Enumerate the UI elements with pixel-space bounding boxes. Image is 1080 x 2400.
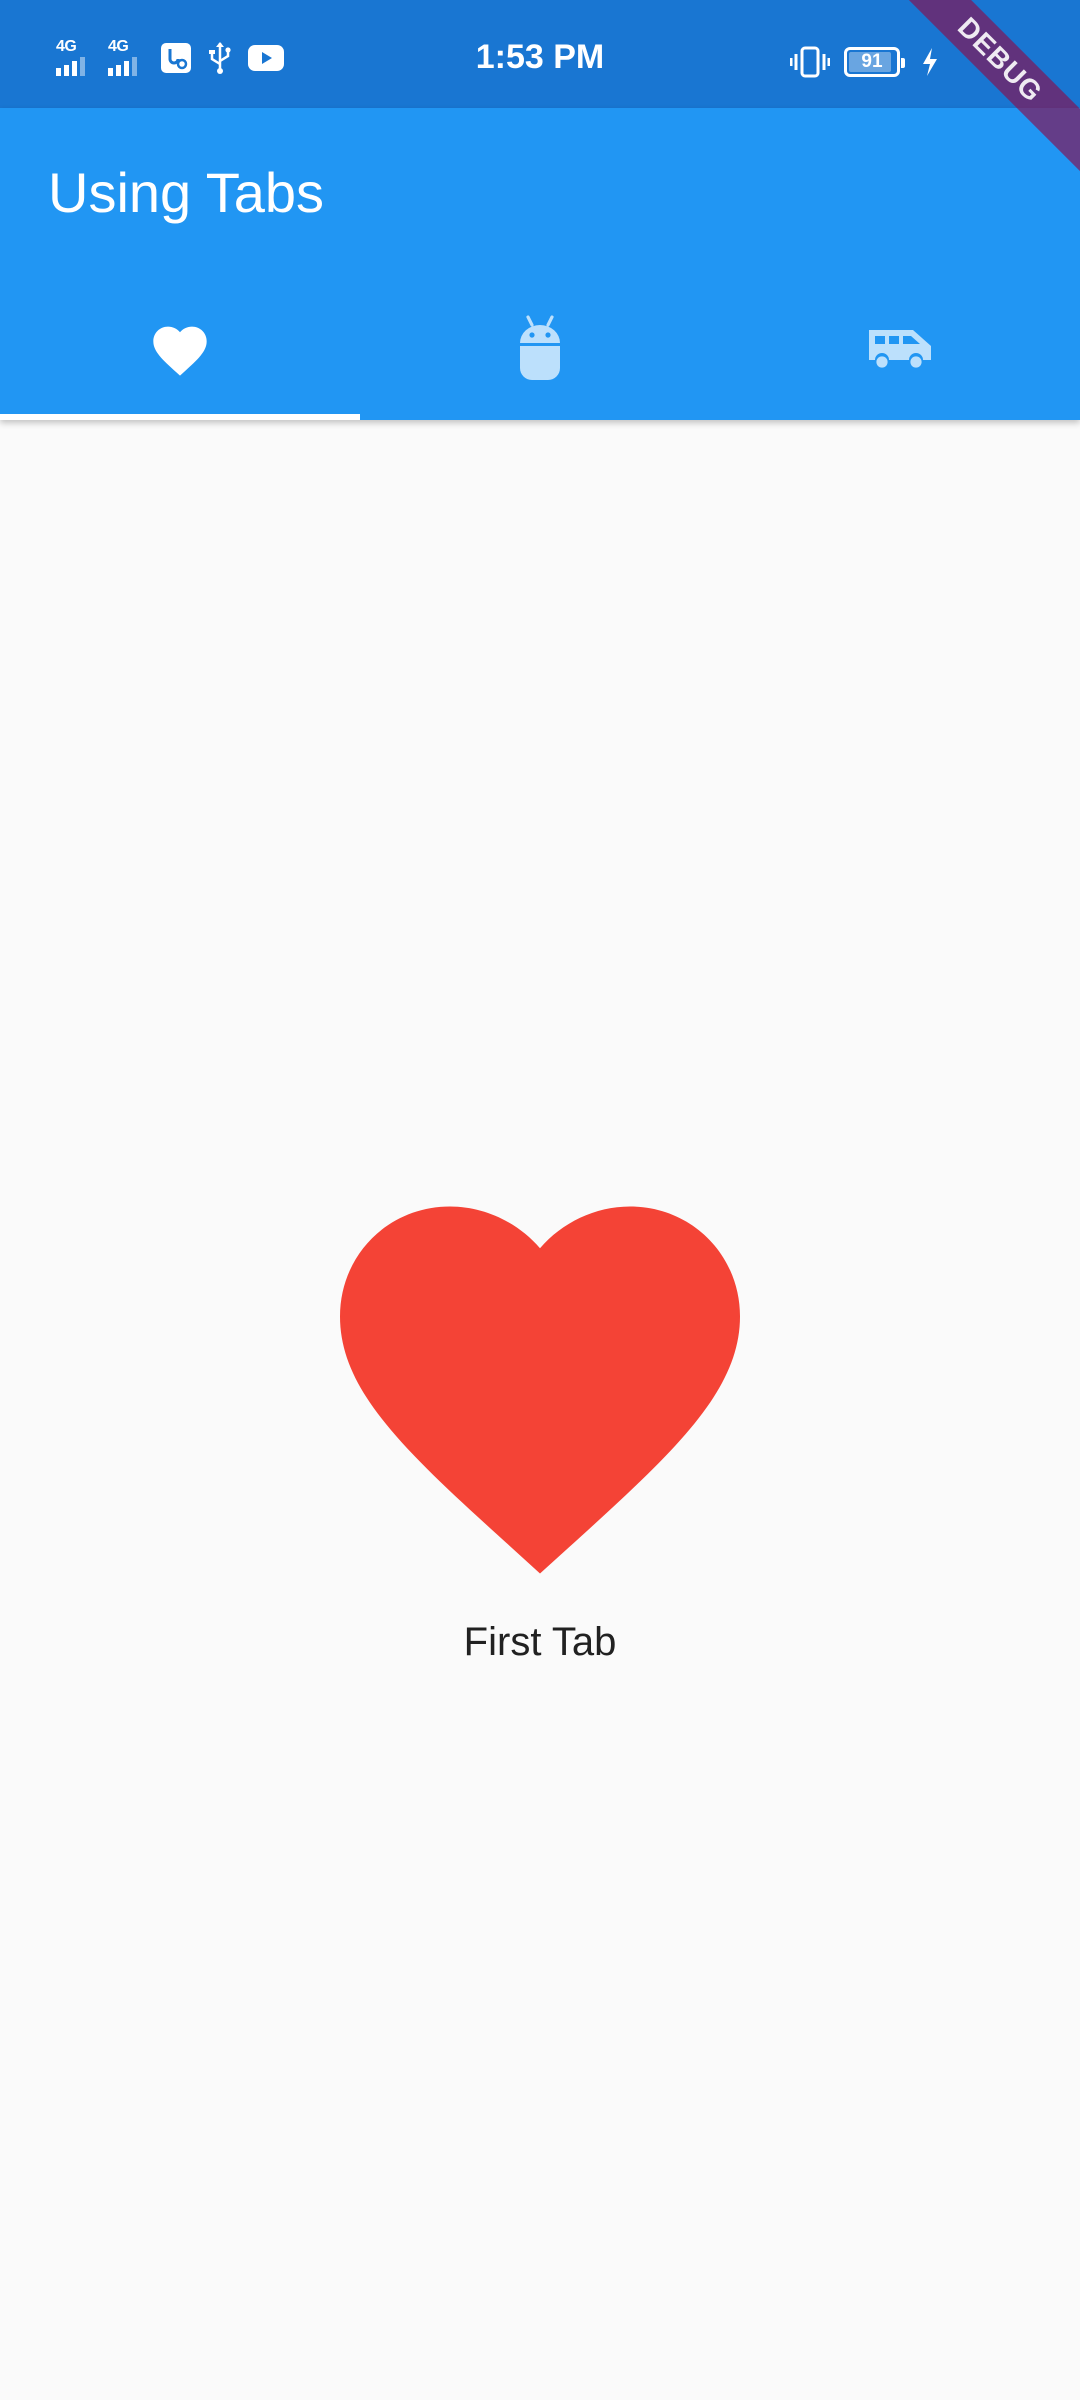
status-bar: 4G 4G 1:53 PM 91 [0,0,1080,108]
tab-content: First Tab [0,420,1080,2400]
airport-shuttle-icon [869,330,931,368]
tab-android[interactable] [360,276,720,420]
charging-icon [923,48,937,76]
tab-favorite[interactable] [0,276,360,420]
favorite-icon [340,1206,740,1574]
battery-icon: 91 [844,47,905,77]
app-screen: 4G 4G 1:53 PM 91 Using Tabs DEBUG First … [0,0,1080,2400]
tab-content-label: First Tab [463,1620,617,1664]
status-right-icons: 91 [790,42,940,82]
app-bar: Using Tabs [0,108,1080,420]
battery-level: 91 [861,51,883,72]
favorite-icon [153,326,207,376]
app-title: Using Tabs [48,161,325,224]
tab-airport-shuttle[interactable] [720,276,1080,420]
android-icon [520,315,560,380]
tab-bar [0,276,1080,420]
vibrate-icon [790,46,830,78]
